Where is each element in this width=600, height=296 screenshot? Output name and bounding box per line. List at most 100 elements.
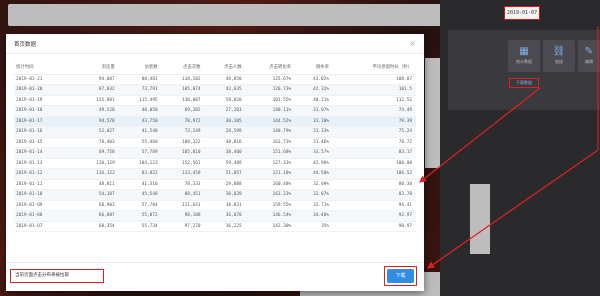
table-cell: 57,704	[118, 200, 162, 211]
table-cell: 116,122	[75, 168, 119, 180]
table-cell: 125.67%	[245, 74, 296, 85]
table-cell: 49,520	[75, 105, 119, 117]
table-row: 2019-01-11 48,811 41,310 78,333 29,088 160.48…	[14, 179, 416, 190]
download-button[interactable]: 下载	[387, 269, 414, 283]
table-row: 2019-01-07 68,354 55,734 97,270 36,225 142.30…	[14, 221, 416, 232]
table-cell: 31.07%	[295, 105, 333, 117]
table-cell: 32.09%	[295, 179, 333, 190]
modal-header: 首页数据 ×	[6, 34, 424, 54]
table-cell: 159.55%	[245, 200, 296, 211]
table-cell: 2019-01-16	[14, 126, 76, 138]
table-cell: 38,831	[204, 200, 246, 211]
redacted-block	[425, 58, 441, 168]
table-row: 2019-01-12 116,122 83,022 133,459 51,857 121.…	[14, 168, 416, 180]
close-icon[interactable]: ×	[409, 39, 416, 49]
table-cell: 68,354	[75, 221, 119, 232]
redacted-top-bar	[8, 4, 448, 26]
table-cell: 111,641	[161, 200, 205, 211]
table-cell: 88,451	[161, 189, 205, 201]
table-cell: 2019-01-20	[14, 84, 76, 96]
table-row: 2019-01-08 66,887 55,072 98,108 36,070 146.54…	[14, 210, 416, 222]
table-row: 2019-01-21 94,087 80,481 118,182 48,850 125.6…	[14, 74, 416, 85]
table-cell: 106.52	[333, 168, 416, 180]
table-cell: 35%	[295, 221, 333, 232]
table-cell: 31.46%	[295, 137, 333, 148]
table-cell: 140.79%	[245, 126, 296, 138]
table-cell: 80.38	[333, 179, 416, 190]
chart-button-label: 统计数据	[516, 59, 532, 64]
column-header: 跳失率	[295, 60, 333, 75]
table-cell: 36,225	[204, 221, 246, 232]
table-row: 2019-01-19 135,881 115,495 138,087 58,820 101…	[14, 95, 416, 106]
table-cell: 98,108	[161, 210, 205, 222]
table-row: 2019-01-13 120,129 104,123 152,561 59,489 127…	[14, 158, 416, 169]
table-cell: 163.73%	[245, 137, 296, 148]
table-cell: 75.24	[333, 126, 416, 138]
column-header: 点击转化率	[245, 60, 296, 75]
table-cell: 118,182	[161, 74, 205, 85]
column-header: 访客数	[118, 60, 162, 75]
table-cell: 44.50%	[295, 168, 333, 180]
table-cell: 42.32%	[295, 84, 333, 96]
table-cell: 27,281	[204, 105, 246, 117]
table-cell: 108.08	[333, 158, 416, 169]
table-cell: 73,249	[161, 126, 205, 138]
table-cell: 160.48%	[245, 179, 296, 190]
table-row: 2019-01-16 52,027 41,548 73,249 28,599 140.79…	[14, 126, 416, 138]
table-cell: 104,123	[118, 158, 162, 169]
data-table: 统计时间 浏览量 访客数 点击次数 点击人数 点击转化率 跳失率 平均停留时长（…	[14, 60, 416, 232]
date-input[interactable]: 2019-01-07	[504, 6, 540, 20]
data-modal: 首页数据 × 统计时间 浏览量 访客数 点击次数 点击人数 点击转化率 跳失率 …	[6, 34, 424, 291]
redacted-block	[470, 184, 490, 254]
table-cell: 105,010	[161, 147, 205, 159]
table-cell: 55,468	[118, 137, 162, 148]
table-row: 2019-01-09 68,903 57,704 111,641 38,831 159.5…	[14, 200, 416, 211]
table-cell: 105,074	[161, 84, 205, 96]
table-row: 2019-01-20 87,032 73,791 105,074 42,635 120.7…	[14, 84, 416, 96]
table-cell: 32.71%	[295, 200, 333, 211]
table-cell: 108.87	[333, 74, 416, 85]
table-cell: 43,750	[118, 116, 162, 127]
chart-icon: ▦	[519, 46, 529, 57]
table-cell: 87,032	[75, 84, 119, 96]
table-cell: 2019-01-11	[14, 179, 76, 190]
table-cell: 2019-01-14	[14, 147, 76, 159]
modal-title: 首页数据	[14, 41, 37, 48]
table-cell: 51,857	[204, 168, 246, 180]
table-cell: 120.73%	[245, 84, 296, 96]
table-cell: 135,881	[75, 95, 119, 106]
table-cell: 78,333	[161, 179, 205, 190]
table-cell: 115,495	[118, 95, 162, 106]
table-cell: 94,087	[75, 74, 119, 85]
table-cell: 78,972	[161, 116, 205, 127]
table-cell: 83,022	[118, 168, 162, 180]
modal-footer: 当前页面点击分布将被拉取 下载	[6, 262, 424, 291]
table-cell: 42.96%	[295, 158, 333, 169]
column-header: 平均停留时长（秒）	[333, 60, 416, 75]
table-cell: 138,087	[161, 95, 205, 106]
table-row: 2019-01-17 94,570 43,750 78,972 30,105 144.52…	[14, 116, 416, 127]
table-cell: 42,635	[204, 84, 246, 96]
table-cell: 48,811	[75, 179, 119, 190]
column-header: 统计时间	[14, 60, 76, 75]
table-header-row: 统计时间 浏览量 访客数 点击次数 点击人数 点击转化率 跳失率 平均停留时长（…	[14, 60, 416, 75]
download-data-link[interactable]: 下载数据	[509, 78, 539, 88]
table-cell: 59,489	[204, 158, 246, 169]
column-header: 点击人数	[204, 60, 246, 75]
table-cell: 38,400	[204, 147, 246, 159]
table-cell: 40,050	[118, 105, 162, 117]
table-row: 2019-01-10 54,187 45,540 88,451 30,839 163.23…	[14, 189, 416, 201]
table-cell: 31.10%	[295, 116, 333, 127]
table-cell: 54,187	[75, 189, 119, 201]
table-cell: 92.97	[333, 210, 416, 222]
link-button[interactable]: ⛓ 链接	[543, 40, 575, 72]
edit-button[interactable]: ✎ 编辑	[578, 40, 600, 72]
table-cell: 57,769	[118, 147, 162, 159]
table-cell: 2019-01-08	[14, 210, 76, 222]
table-cell: 112.52	[333, 95, 416, 106]
table-cell: 29,088	[204, 179, 246, 190]
table-cell: 94.41	[333, 200, 416, 211]
table-cell: 97,270	[161, 221, 205, 232]
chart-button[interactable]: ▦ 统计数据	[508, 40, 540, 72]
table-cell: 142.30%	[245, 221, 296, 232]
